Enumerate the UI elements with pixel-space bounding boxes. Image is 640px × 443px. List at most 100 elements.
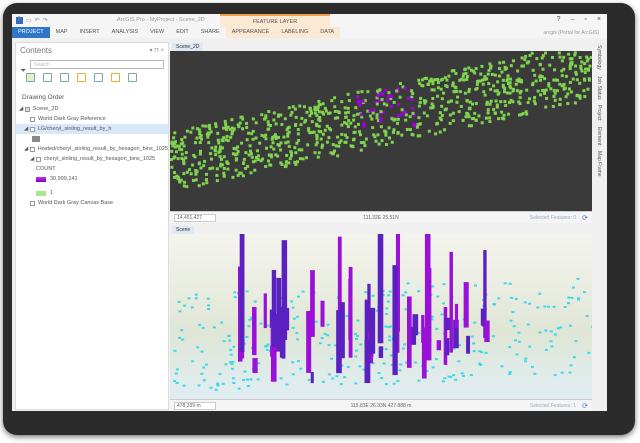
layer-item[interactable]: World Dark Gray Canvas Base: [16, 198, 168, 208]
tab-analysis[interactable]: ANALYSIS: [106, 27, 145, 38]
snapping-icon[interactable]: [94, 73, 103, 82]
selected-features[interactable]: Selected Features: 1: [530, 403, 576, 409]
layer-item[interactable]: ◢ cheryl_sinling_result_by_hexagon_bins_…: [16, 154, 168, 164]
minimize-icon[interactable]: –: [571, 16, 575, 23]
hex-bin: [382, 102, 386, 106]
side-tab-project[interactable]: Project: [596, 102, 602, 124]
filter-icon[interactable]: ⏷: [20, 66, 26, 76]
hex-bin: [318, 342, 322, 345]
hex-bin: [445, 85, 449, 89]
editing-icon[interactable]: [77, 73, 86, 82]
arcgis-window: P ▭ ↶ ↷ ArcGIS Pro - MyProject - Scene_2D F…: [12, 14, 607, 411]
tab-project[interactable]: PROJECT: [12, 27, 50, 38]
layer-checkbox[interactable]: [30, 116, 35, 122]
hex-bin: [383, 129, 387, 133]
title-bar: P ▭ ↶ ↷ ArcGIS Pro - MyProject - Scene_2D F…: [12, 14, 607, 27]
restore-icon[interactable]: ▫: [584, 16, 586, 23]
hex-bin: [214, 145, 218, 149]
layer-checkbox[interactable]: [29, 146, 35, 152]
hex-bin: [480, 64, 484, 68]
side-tab-element[interactable]: Element: [596, 124, 602, 148]
redo-icon[interactable]: ↷: [43, 17, 48, 24]
pane-controls[interactable]: ▾ ⊓ ×: [149, 47, 164, 54]
side-tab-job-status[interactable]: Job Status: [596, 73, 602, 103]
hex-bin: [377, 142, 381, 146]
tab-map[interactable]: MAP: [50, 27, 74, 38]
layer-checkbox[interactable]: [29, 126, 35, 132]
hex-bin: [207, 141, 211, 145]
refresh-icon[interactable]: ⟳: [582, 402, 588, 410]
tab-labeling[interactable]: LABELING: [275, 27, 315, 38]
extruded-bin: [369, 307, 376, 354]
tab-share[interactable]: SHARE: [195, 27, 226, 38]
side-tab-symbology[interactable]: Symbology: [596, 42, 602, 73]
hex-bin: [447, 375, 451, 378]
hex-bin: [230, 118, 234, 122]
hex-bin: [316, 108, 320, 112]
layer-item[interactable]: ◢ Hosted/cheryl_sinling_result_by_hexago…: [16, 144, 168, 154]
hex-bin: [173, 380, 177, 383]
scale-select[interactable]: 478,339 m: [174, 401, 216, 410]
refresh-icon[interactable]: ⟳: [582, 214, 588, 222]
map-canvas-3d[interactable]: [170, 234, 592, 399]
hex-bin: [359, 141, 363, 145]
tab-edit[interactable]: EDIT: [170, 27, 195, 38]
hex-bin: [377, 372, 381, 375]
hex-bin: [385, 312, 389, 315]
hex-bin: [343, 376, 347, 379]
hex-bin: [247, 131, 251, 135]
save-icon[interactable]: ▭: [26, 17, 32, 24]
user-account[interactable]: arcgis (Portal for ArcGIS): [543, 30, 599, 36]
hex-bin: [208, 167, 212, 171]
tab-view[interactable]: VIEW: [144, 27, 170, 38]
hex-bin: [259, 322, 263, 325]
hex-bin: [353, 125, 357, 129]
layer-checkbox[interactable]: [30, 200, 35, 206]
hex-bin: [191, 179, 195, 183]
labeling-icon[interactable]: [111, 73, 120, 82]
map-canvas-2d[interactable]: [170, 51, 592, 211]
hex-bin: [241, 161, 245, 165]
data-source-icon[interactable]: [43, 73, 52, 82]
side-tab-map-frame[interactable]: Map Frame: [596, 148, 602, 180]
drawing-order-icon[interactable]: [26, 73, 35, 82]
hex-bin: [568, 371, 572, 374]
hex-bin: [508, 282, 512, 285]
tab-insert[interactable]: INSERT: [74, 27, 106, 38]
hex-bin: [383, 88, 387, 92]
layer-checkbox[interactable]: [35, 156, 41, 162]
hex-bin: [329, 151, 333, 155]
hex-bin: [356, 100, 360, 104]
scale-select[interactable]: 14,451,427: [174, 213, 216, 222]
hex-bin: [254, 121, 258, 125]
hex-bin: [428, 79, 432, 83]
undo-icon[interactable]: ↶: [35, 17, 40, 24]
hex-bin: [536, 89, 540, 93]
tab-scene[interactable]: Scene: [172, 225, 195, 234]
selected-features[interactable]: Selected Features: 0: [530, 215, 576, 221]
hex-bin: [540, 56, 544, 60]
hex-bin: [354, 332, 358, 335]
hex-bin: [396, 117, 400, 121]
hex-bin: [512, 87, 516, 91]
hex-bin: [233, 153, 237, 157]
hex-bin: [408, 115, 412, 119]
close-icon[interactable]: ×: [597, 16, 601, 23]
hex-bin: [296, 338, 300, 341]
tab-scene-2d[interactable]: Scene_2D: [172, 42, 204, 51]
layer-item[interactable]: World Dark Gray Reference: [16, 114, 168, 124]
layer-checkbox[interactable]: [24, 106, 30, 112]
layer-item[interactable]: ◢ LG/cheryl_sinling_result_by_h: [16, 124, 168, 134]
selection-icon[interactable]: [60, 73, 69, 82]
layer-item[interactable]: ◢ Scene_2D: [16, 104, 168, 114]
help-icon[interactable]: ?: [557, 16, 561, 23]
hex-bin: [538, 74, 542, 78]
hex-bin: [197, 384, 201, 387]
hex-bin: [425, 76, 429, 80]
search-input[interactable]: Search: [30, 60, 164, 69]
hex-bin: [389, 95, 393, 99]
hex-bin: [496, 80, 500, 84]
tab-appearance[interactable]: APPEARANCE: [225, 27, 276, 38]
tab-data[interactable]: DATA: [314, 27, 341, 38]
charts-icon[interactable]: [128, 73, 137, 82]
